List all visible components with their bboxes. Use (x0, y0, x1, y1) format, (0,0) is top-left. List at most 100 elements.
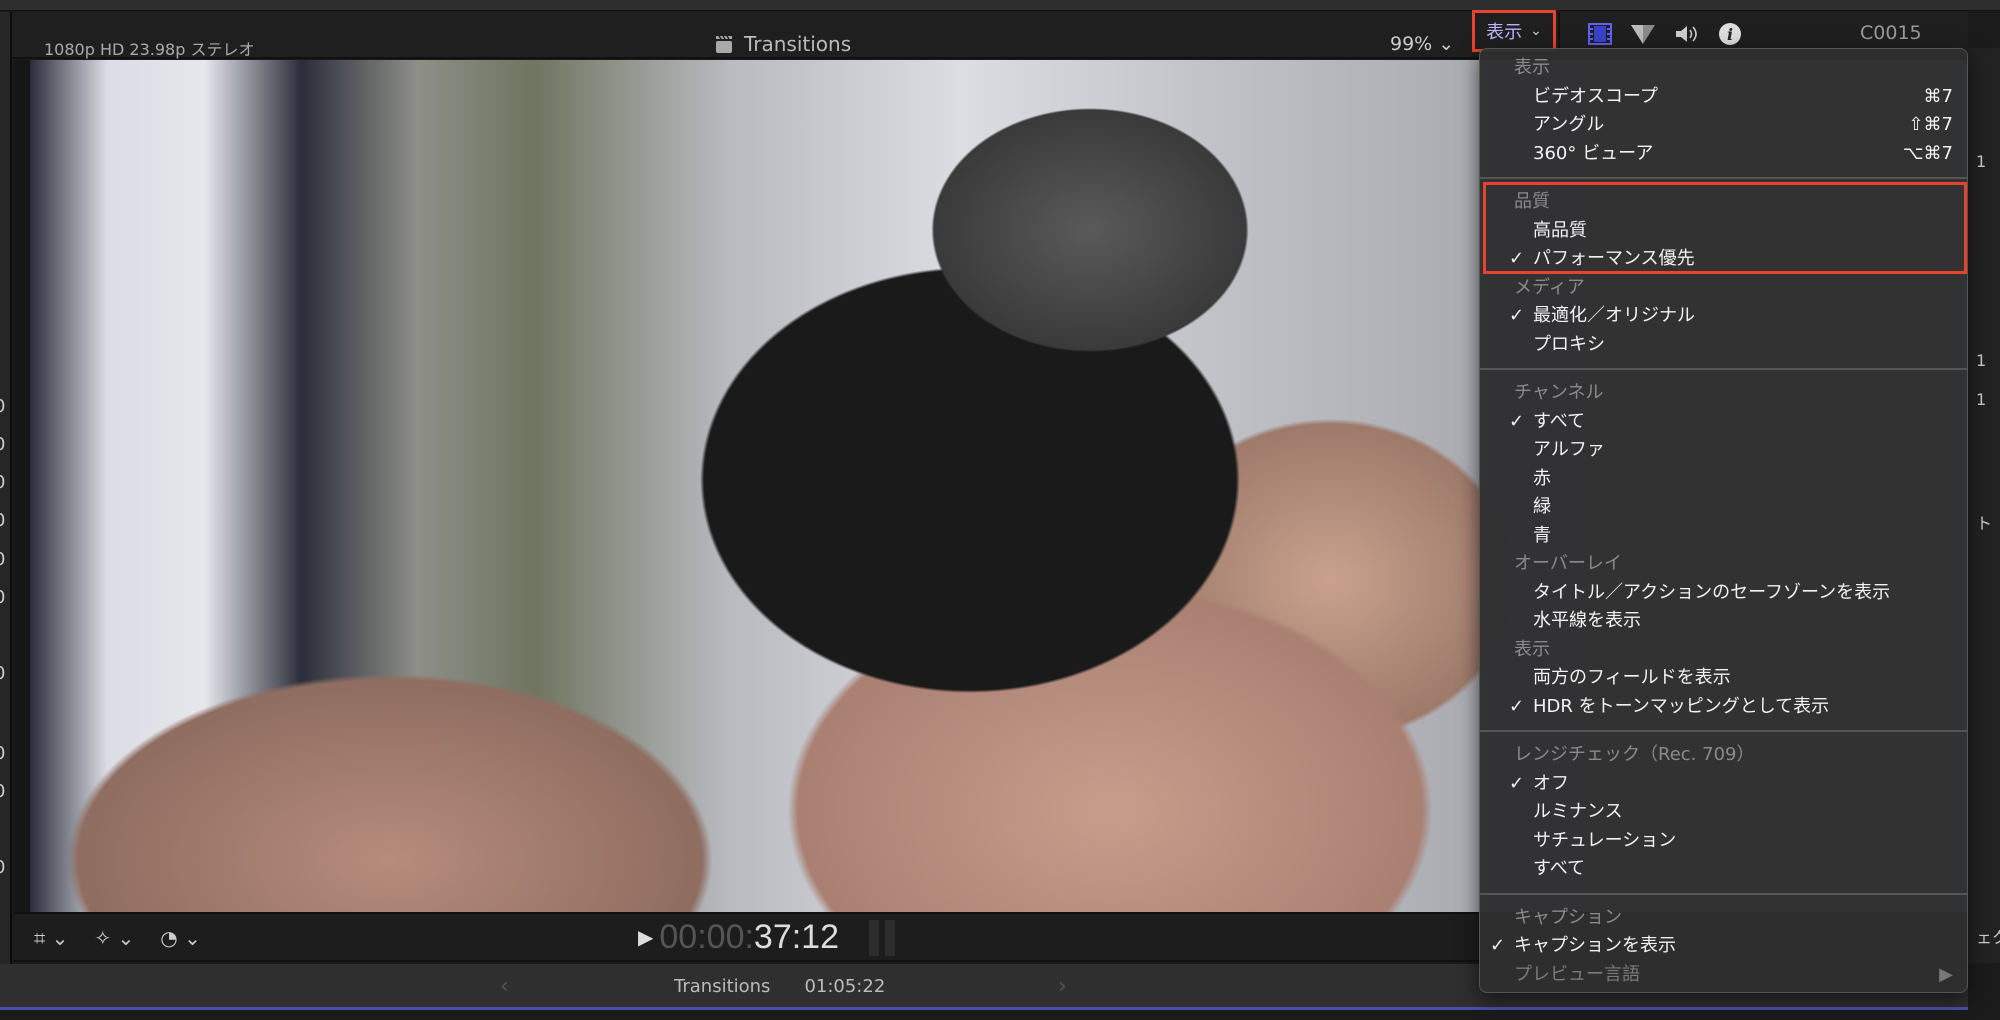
menu-item-label: すべて (1533, 410, 1586, 432)
menu-item-label: 赤 (1533, 467, 1551, 489)
menu-item[interactable]: プロキシ (1480, 331, 1967, 360)
menu-section-header: 表示 (1480, 636, 1967, 665)
menu-item[interactable]: ✓ 最適化／オリジナル (1480, 302, 1967, 331)
table-cell-value: 0 (0, 396, 5, 417)
info-icon[interactable]: i (1718, 22, 1742, 46)
view-menu-button[interactable]: 表示 ⌄ (1472, 10, 1556, 52)
zoom-dropdown[interactable]: 99% ⌄ (1390, 33, 1454, 55)
menu-item-label: ルミナンス (1533, 801, 1623, 822)
play-icon[interactable]: ▶ (638, 925, 653, 950)
inspector-value: ェク (1976, 928, 2000, 947)
menu-item-label: レンジチェック（Rec. 709） (1514, 744, 1755, 765)
enhance-icon[interactable]: ✧ ⌄ (94, 926, 134, 950)
menu-item-label: オフ (1533, 772, 1569, 794)
menu-item-label: 青 (1533, 524, 1551, 546)
menu-item-label: 品質 (1514, 191, 1550, 212)
menu-item[interactable]: 高品質 (1480, 217, 1967, 246)
timecode-dim: 00:00: (659, 918, 754, 956)
menu-item-label: アルファ (1533, 439, 1605, 460)
svg-text:i: i (1727, 25, 1733, 44)
menu-item[interactable]: ✓ すべて (1480, 408, 1967, 437)
checkmark-icon: ✓ (1490, 935, 1506, 956)
menu-item-label: プロキシ (1533, 333, 1605, 355)
view-button-label: 表示 (1486, 22, 1523, 43)
timecode-value: 37:12 (753, 918, 840, 956)
menu-item[interactable]: ビデオスコープ ⌘7 (1480, 83, 1967, 112)
menu-section-header: メディア (1480, 274, 1967, 303)
checkmark-icon: ✓ (1509, 410, 1525, 432)
menu-shortcut: ⌥⌘7 (1902, 142, 1953, 164)
menu-item-label: タイトル／アクションのセーフゾーンを表示 (1533, 581, 1891, 603)
menu-item[interactable]: サチュレーション (1480, 827, 1967, 856)
menu-item[interactable]: ✓ キャプションを表示 (1480, 932, 1967, 961)
menu-item[interactable]: アルファ (1480, 436, 1967, 465)
filmstrip-icon[interactable] (1588, 23, 1612, 45)
chevron-down-icon: ⌄ (1438, 33, 1455, 55)
table-cell-value: 0 (0, 857, 5, 878)
menu-item-label: 高品質 (1533, 219, 1587, 241)
window-top-strip (0, 0, 2000, 11)
inspector-value: 1 (1976, 152, 1987, 171)
menu-section-header: レンジチェック（Rec. 709） (1480, 741, 1967, 770)
menu-item: プレビュー言語 ▶ (1480, 961, 1967, 990)
menu-separator (1480, 721, 1967, 741)
clapper-icon (716, 35, 732, 53)
menu-item-label: プレビュー言語 (1514, 963, 1640, 985)
menu-item-label: キャプションを表示 (1514, 935, 1676, 956)
menu-item[interactable]: 緑 (1480, 493, 1967, 522)
menu-item[interactable]: ✓ オフ (1480, 770, 1967, 799)
format-label: 1080p HD 23.98p ステレオ (44, 40, 255, 59)
menu-item[interactable]: 360° ビューア ⌥⌘7 (1480, 140, 1967, 169)
timeline-project: Transitions (674, 976, 771, 997)
menu-item[interactable]: 両方のフィールドを表示 (1480, 664, 1967, 693)
chevron-down-icon: ⌄ (1530, 23, 1542, 39)
table-cell-value: 0 (0, 663, 5, 684)
menu-item-label: 表示 (1514, 638, 1550, 660)
menu-item-label: 360° ビューア (1533, 142, 1654, 164)
timecode-display[interactable]: ▶ 00:00: 37:12 (638, 918, 899, 957)
crop-icon[interactable]: ⌗ ⌄ (34, 926, 68, 950)
panel-divider[interactable] (14, 60, 30, 912)
menu-item-label: 緑 (1533, 496, 1551, 517)
menu-item[interactable]: 水平線を表示 (1480, 607, 1967, 636)
checkmark-icon: ✓ (1509, 305, 1525, 326)
submenu-arrow-icon: ▶ (1939, 963, 1953, 985)
audio-meter (869, 919, 899, 956)
menu-separator (1480, 359, 1967, 379)
color-board-icon[interactable] (1630, 23, 1656, 45)
menu-item[interactable]: ✓ パフォーマンス優先 (1480, 245, 1967, 274)
menu-separator (1480, 884, 1967, 904)
table-cell-value: 0 (0, 510, 5, 531)
menu-section-header: チャンネル (1480, 379, 1967, 408)
menu-item-label: すべて (1533, 858, 1586, 879)
checkmark-icon: ✓ (1509, 695, 1525, 717)
inspector-value: ト (1976, 514, 1993, 533)
inspector-value: 1 (1976, 351, 1987, 370)
checkmark-icon: ✓ (1509, 772, 1525, 794)
menu-section-header: 品質 (1480, 188, 1967, 217)
table-cell-value: 0 (0, 472, 5, 493)
menu-item-label: オーバーレイ (1514, 553, 1622, 574)
menu-item-label: 両方のフィールドを表示 (1533, 667, 1731, 688)
menu-item[interactable]: 青 (1480, 522, 1967, 551)
menu-item-label: メディア (1514, 276, 1585, 298)
menu-item-label: アングル (1533, 114, 1605, 135)
left-panel-strip: 0 0 0 0 0 0 0 0 0 0 (0, 12, 12, 1010)
menu-section-header: 表示 (1480, 54, 1967, 83)
menu-item[interactable]: すべて (1480, 855, 1967, 884)
menu-item[interactable]: 赤 (1480, 465, 1967, 494)
speaker-icon[interactable] (1674, 23, 1700, 45)
speed-icon[interactable]: ◔ ⌄ (160, 926, 201, 950)
menu-item[interactable]: アングル ⇧⌘7 (1480, 111, 1967, 140)
back-chevron-icon[interactable]: ‹ (500, 974, 509, 999)
forward-chevron-icon[interactable]: › (1058, 974, 1067, 999)
view-dropdown-menu: 表示 ビデオスコープ ⌘7 アングル ⇧⌘7 360° ビューア ⌥⌘7 品質 高品質 ✓ パフォー… (1479, 48, 1968, 993)
menu-item-label: チャンネル (1514, 382, 1604, 403)
menu-item[interactable]: ✓ HDR をトーンマッピングとして表示 (1480, 693, 1967, 722)
inspector-strip: 1 1 1 トェク (1968, 48, 2000, 963)
menu-item-label: ビデオスコープ (1533, 85, 1658, 107)
menu-separator (1480, 168, 1967, 188)
menu-item[interactable]: タイトル／アクションのセーフゾーンを表示 (1480, 579, 1967, 608)
menu-item[interactable]: ルミナンス (1480, 798, 1967, 827)
inspector-tabs: i (1588, 22, 1742, 46)
